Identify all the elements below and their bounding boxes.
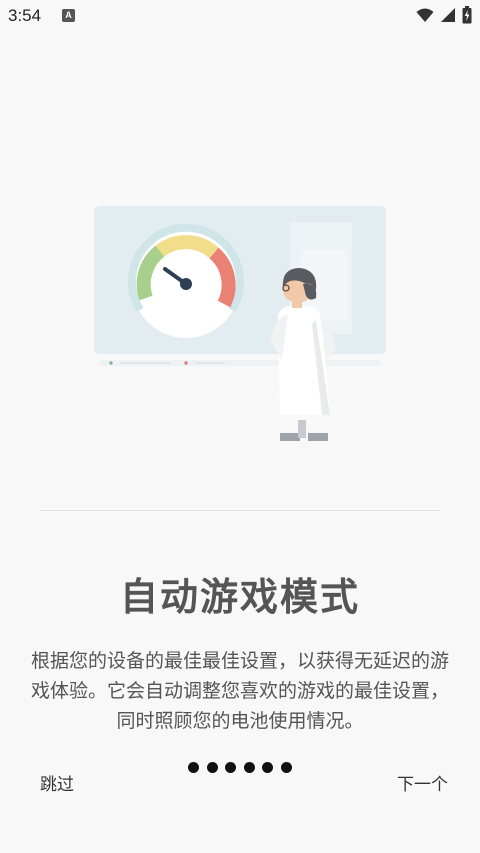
next-button[interactable]: 下一个 — [397, 770, 448, 795]
onboarding-description: 根据您的设备的最佳最佳设置，以获得无延迟的游戏体验。它会自动调整您喜欢的游戏的最… — [30, 650, 449, 732]
notification-badge: A — [62, 9, 75, 22]
skip-button[interactable]: 跳过 — [40, 770, 74, 795]
page-dot — [243, 762, 255, 773]
speed-gauge-icon — [128, 223, 244, 338]
page-dot — [262, 762, 274, 773]
battery-charging-icon — [462, 6, 472, 24]
page-dot — [206, 762, 218, 773]
page-indicator — [188, 762, 292, 773]
onboarding-illustration — [0, 190, 480, 460]
status-icons — [416, 6, 472, 24]
status-bar: 3:54 A — [0, 0, 480, 32]
status-time: 3:54 — [8, 6, 42, 25]
page-dot — [225, 762, 237, 773]
onboarding-title: 自动游戏模式 — [119, 575, 360, 619]
divider — [40, 510, 440, 511]
page-dot — [188, 762, 199, 773]
cell-signal-icon — [441, 8, 455, 22]
page-dot — [280, 762, 292, 773]
wifi-icon — [416, 8, 434, 22]
